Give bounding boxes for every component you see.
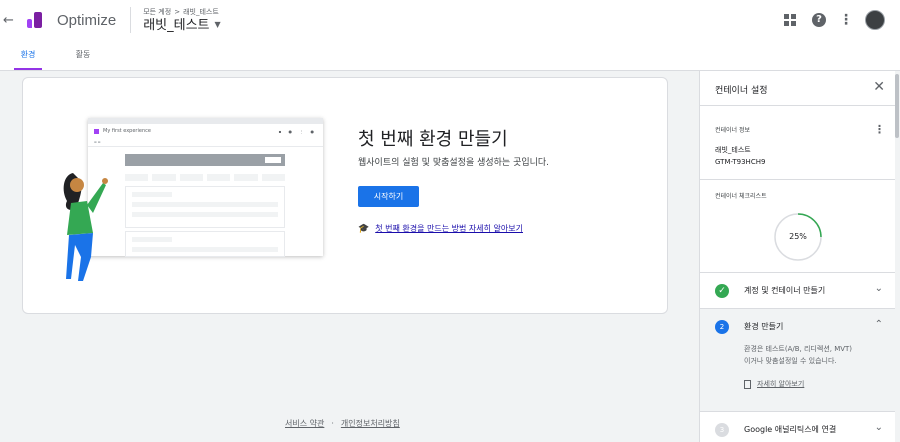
breadcrumb-all-accounts[interactable]: 모든 계정 <box>143 8 171 16</box>
panel-container-name: 래빗_테스트 <box>715 146 751 154</box>
breadcrumb-account[interactable]: 래빗_테스트 <box>183 8 219 16</box>
check-circle-icon: ✓ <box>715 284 729 298</box>
step-number-badge: 3 <box>715 423 729 437</box>
breadcrumb: 모든 계정 > 래빗_테스트 <box>143 7 220 16</box>
app-header: ← Optimize 모든 계정 > 래빗_테스트 래빗_테스트 ▼ ? ⋮ <box>0 0 900 40</box>
caret-down-icon: ▼ <box>214 20 221 29</box>
step-create-account[interactable]: ✓ 계정 및 컨테이너 만들기 ⌄ <box>700 273 895 309</box>
container-setup-panel: 컨테이너 설정 ✕ 컨테이너 정보 ⋮ 래빗_테스트 GTM-T93HCH9 컨… <box>699 71 895 442</box>
help-icon[interactable]: ? <box>812 13 826 27</box>
container-info-label: 컨테이너 정보 <box>715 127 751 134</box>
step-label: 계정 및 컨테이너 만들기 <box>744 286 826 295</box>
chevron-up-icon[interactable]: ⌃ <box>875 319 883 330</box>
terms-link[interactable]: 서비스 약관 <box>285 419 324 428</box>
footer: 서비스 약관 · 개인정보처리방침 <box>285 418 400 429</box>
person-illustration <box>63 173 108 281</box>
panel-title: 컨테이너 설정 <box>715 86 768 96</box>
document-icon <box>744 379 751 389</box>
avatar[interactable] <box>865 10 885 30</box>
arrow-back-icon[interactable]: ← <box>3 13 17 28</box>
step-label: Google 애널리틱스에 연결 <box>744 425 837 434</box>
school-icon: 🎓 <box>358 223 370 234</box>
mock-title: My first experience <box>103 128 151 134</box>
learn-more-link[interactable]: 자세히 알아보기 <box>744 379 804 389</box>
breadcrumb-separator: > <box>174 7 181 16</box>
learn-more-link-text[interactable]: 첫 번째 환경을 만드는 방법 자세히 알아보기 <box>375 223 523 234</box>
page-subtitle: 웹사이트의 실험 및 맞춤설정을 생성하는 곳입니다. <box>358 158 550 168</box>
container-name-label: 래빗_테스트 <box>143 17 210 33</box>
footer-separator: · <box>331 419 334 428</box>
chevron-down-icon[interactable]: ⌄ <box>875 422 883 433</box>
checklist-label: 컨테이너 체크리스트 <box>715 193 767 200</box>
learn-more-link-text[interactable]: 자세히 알아보기 <box>757 379 804 389</box>
apps-grid-icon[interactable] <box>784 14 796 26</box>
optimize-logo <box>27 12 43 28</box>
step-create-environment[interactable]: 2 환경 만들기 ⌃ 환경은 테스트(A/B, 리디렉션, MVT)이거나 맞춤… <box>700 309 895 412</box>
container-checklist-section: 컨테이너 체크리스트 25% <box>700 180 895 273</box>
scrollbar-thumb[interactable] <box>895 74 899 138</box>
container-info-section: 컨테이너 정보 ⋮ 래빗_테스트 GTM-T93HCH9 <box>700 106 895 180</box>
header-divider <box>130 7 132 33</box>
step-number-badge: 2 <box>715 320 729 334</box>
tab-activity[interactable]: 활동 <box>70 40 96 70</box>
more-vert-icon[interactable]: ⋮ <box>874 123 885 136</box>
privacy-link[interactable]: 개인정보처리방침 <box>341 419 400 428</box>
illustration: My first experience ▪ ● ⋮ ● ▬ ▬ <box>53 116 328 281</box>
tab-bar: 환경 활동 <box>0 40 900 71</box>
empty-state-card: My first experience ▪ ● ⋮ ● ▬ ▬ 첫 번째 환경 만… <box>22 77 668 314</box>
step-link-analytics[interactable]: 3 Google 애널리틱스에 연결 ⌄ <box>700 412 895 442</box>
start-button[interactable]: 시작하기 <box>358 186 419 207</box>
container-name-dropdown[interactable]: 래빗_테스트 ▼ <box>143 19 220 32</box>
close-icon[interactable]: ✕ <box>873 79 885 95</box>
progress-percent: 25% <box>789 232 807 241</box>
step-label: 환경 만들기 <box>744 322 784 331</box>
learn-more-link[interactable]: 🎓 첫 번째 환경을 만드는 방법 자세히 알아보기 <box>358 223 523 234</box>
account-selector[interactable]: 모든 계정 > 래빗_테스트 래빗_테스트 ▼ <box>143 7 220 32</box>
page-title: 첫 번째 환경 만들기 <box>358 129 508 150</box>
chevron-down-icon[interactable]: ⌄ <box>875 283 883 294</box>
step-description: 환경은 테스트(A/B, 리디렉션, MVT)이거나 맞춤설정일 수 있습니다. <box>744 345 853 365</box>
tab-environments[interactable]: 환경 <box>14 40 42 70</box>
container-id: GTM-T93HCH9 <box>715 158 766 166</box>
app-name: Optimize <box>57 11 117 29</box>
more-vert-icon[interactable]: ⋮ <box>839 12 853 28</box>
